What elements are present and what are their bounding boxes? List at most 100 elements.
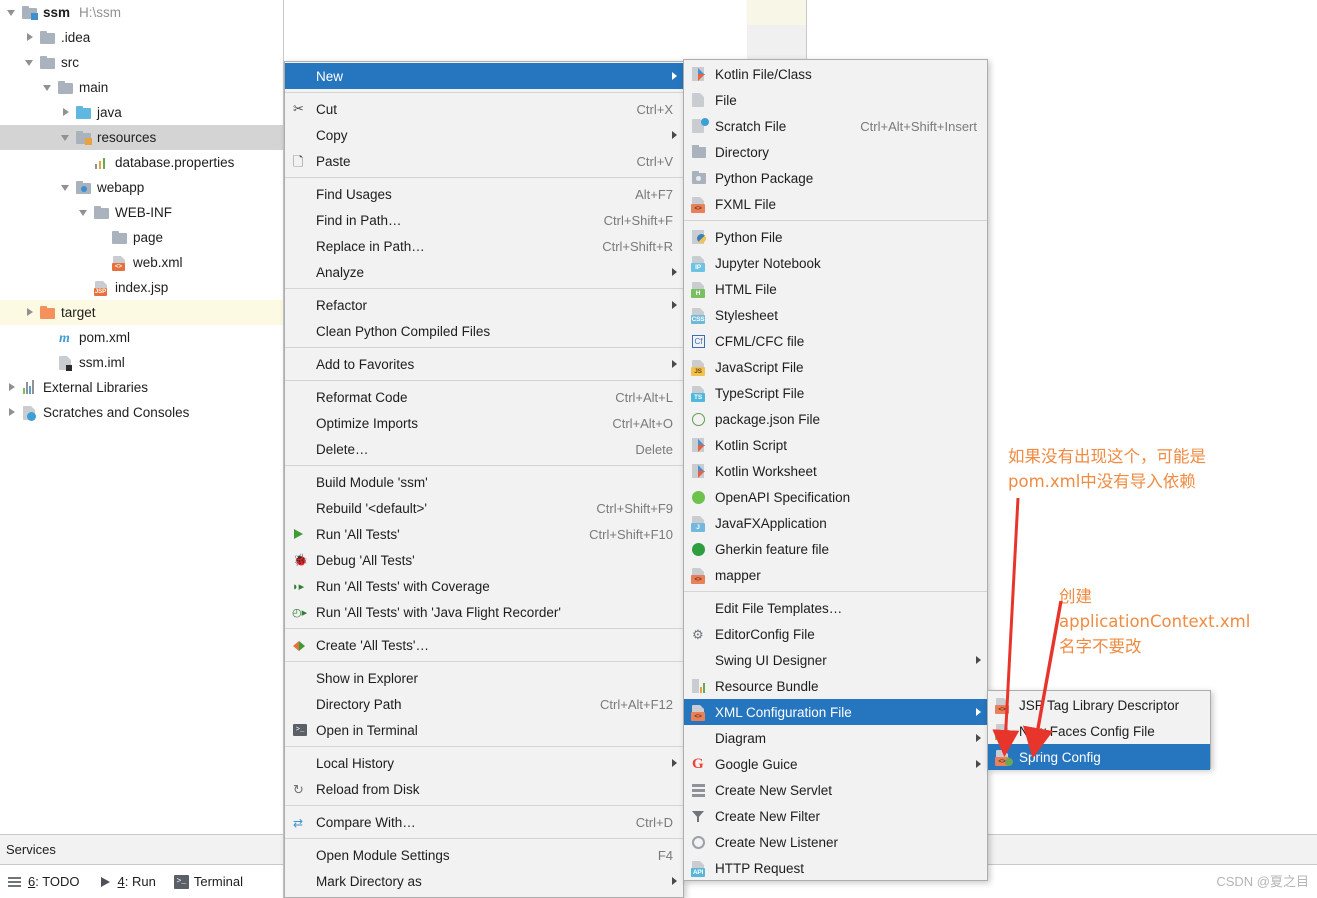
xml-config-submenu-item-jsp-tag-library-descriptor[interactable]: <> JSP Tag Library Descriptor bbox=[988, 692, 1210, 718]
new-submenu-item-javascript-file[interactable]: JS JavaScript File bbox=[684, 354, 987, 380]
new-submenu-item-file[interactable]: File bbox=[684, 87, 987, 113]
tree-node-target[interactable]: target bbox=[0, 300, 283, 325]
context-menu-item-debug--all-tests[interactable]: 🐞 Debug 'All Tests' bbox=[285, 547, 683, 573]
context-menu-item-create--all-tests[interactable]: Create 'All Tests'… bbox=[285, 632, 683, 658]
tree-node-web-xml[interactable]: <> web.xml bbox=[0, 250, 283, 275]
new-submenu-item-create-new-servlet[interactable]: Create New Servlet bbox=[684, 777, 987, 803]
context-menu-item-cut[interactable]: ✂ Cut Ctrl+X bbox=[285, 96, 683, 122]
tree-twisty[interactable] bbox=[6, 406, 19, 419]
tree-twisty[interactable] bbox=[78, 206, 91, 219]
new-submenu-item-http-request[interactable]: API HTTP Request bbox=[684, 855, 987, 881]
context-menu-item-optimize-imports[interactable]: Optimize Imports Ctrl+Alt+O bbox=[285, 410, 683, 436]
context-menu-item-remove-bom[interactable]: Remove BOM bbox=[285, 894, 683, 898]
context-menu-item-paste[interactable]: 🗋 Paste Ctrl+V bbox=[285, 148, 683, 174]
context-menu-item-copy[interactable]: Copy bbox=[285, 122, 683, 148]
context-menu-item-open-module-settings[interactable]: Open Module Settings F4 bbox=[285, 842, 683, 868]
new-submenu-item-gherkin-feature-file[interactable]: Gherkin feature file bbox=[684, 536, 987, 562]
context-menu-item-open-in-terminal[interactable]: >_ Open in Terminal bbox=[285, 717, 683, 743]
xml-config-submenu-item-spring-config[interactable]: <> Spring Config bbox=[988, 744, 1210, 770]
tree-node-ssm-iml[interactable]: ssm.iml bbox=[0, 350, 283, 375]
new-submenu[interactable]: Kotlin File/Class File Scratch File Ctrl+Al… bbox=[683, 59, 988, 881]
tree-node-index-jsp[interactable]: JSP index.jsp bbox=[0, 275, 283, 300]
new-submenu-item-jupyter-notebook[interactable]: IP Jupyter Notebook bbox=[684, 250, 987, 276]
tree-node-database-properties[interactable]: database.properties bbox=[0, 150, 283, 175]
tree-twisty[interactable] bbox=[42, 81, 55, 94]
context-menu-item-build-module--ssm[interactable]: Build Module 'ssm' bbox=[285, 469, 683, 495]
new-submenu-item-cfml-cfc-file[interactable]: Cf CFML/CFC file bbox=[684, 328, 987, 354]
new-submenu-item-stylesheet[interactable]: CSS Stylesheet bbox=[684, 302, 987, 328]
tree-node-web-inf[interactable]: WEB-INF bbox=[0, 200, 283, 225]
context-menu-item-show-in-explorer[interactable]: Show in Explorer bbox=[285, 665, 683, 691]
new-submenu-item-kotlin-file-class[interactable]: Kotlin File/Class bbox=[684, 61, 987, 87]
tree-node-page[interactable]: page bbox=[0, 225, 283, 250]
new-submenu-item-html-file[interactable]: H HTML File bbox=[684, 276, 987, 302]
new-submenu-item-mapper[interactable]: <> mapper bbox=[684, 562, 987, 588]
status-item-terminal[interactable]: >_ Terminal bbox=[173, 874, 243, 889]
tree-twisty[interactable] bbox=[24, 31, 37, 44]
new-submenu-item-google-guice[interactable]: G Google Guice bbox=[684, 751, 987, 777]
tree-node-pom-xml[interactable]: m pom.xml bbox=[0, 325, 283, 350]
new-submenu-item-python-file[interactable]: Python File bbox=[684, 224, 987, 250]
tree-node--idea[interactable]: .idea bbox=[0, 25, 283, 50]
new-submenu-item-directory[interactable]: Directory bbox=[684, 139, 987, 165]
context-menu-item-run--all-tests--with-coverage[interactable]: ◗▸ Run 'All Tests' with Coverage bbox=[285, 573, 683, 599]
context-menu-item-local-history[interactable]: Local History bbox=[285, 750, 683, 776]
tree-node-scratches-and-consoles[interactable]: Scratches and Consoles bbox=[0, 400, 283, 425]
new-submenu-item-swing-ui-designer[interactable]: Swing UI Designer bbox=[684, 647, 987, 673]
xml-configuration-file-submenu[interactable]: <> JSP Tag Library Descriptor JSF New Faces… bbox=[987, 690, 1211, 770]
tree-node-webapp[interactable]: webapp bbox=[0, 175, 283, 200]
context-menu-item-find-usages[interactable]: Find Usages Alt+F7 bbox=[285, 181, 683, 207]
new-submenu-item-diagram[interactable]: Diagram bbox=[684, 725, 987, 751]
new-submenu-item-create-new-listener[interactable]: Create New Listener bbox=[684, 829, 987, 855]
project-tree[interactable]: ssm H:\ssm .idea src main java resources databa… bbox=[0, 0, 283, 425]
context-menu-item-replace-in-path[interactable]: Replace in Path… Ctrl+Shift+R bbox=[285, 233, 683, 259]
new-submenu-item-scratch-file[interactable]: Scratch File Ctrl+Alt+Shift+Insert bbox=[684, 113, 987, 139]
context-menu-item-run--all-tests[interactable]: Run 'All Tests' Ctrl+Shift+F10 bbox=[285, 521, 683, 547]
new-submenu-item-editorconfig-file[interactable]: ⚙ EditorConfig File bbox=[684, 621, 987, 647]
status-item-todo[interactable]: 6: TODO bbox=[8, 874, 80, 889]
tree-node-java[interactable]: java bbox=[0, 100, 283, 125]
new-submenu-item-kotlin-script[interactable]: Kotlin Script bbox=[684, 432, 987, 458]
new-submenu-item-openapi-specification[interactable]: OpenAPI Specification bbox=[684, 484, 987, 510]
context-menu[interactable]: New ✂ Cut Ctrl+X Copy 🗋 Paste Ctrl+V Find Usages… bbox=[284, 61, 684, 898]
new-submenu-item-xml-configuration-file[interactable]: <> XML Configuration File bbox=[684, 699, 987, 725]
new-submenu-item-javafxapplication[interactable]: J JavaFXApplication bbox=[684, 510, 987, 536]
context-menu-item-compare-with[interactable]: ⇄ Compare With… Ctrl+D bbox=[285, 809, 683, 835]
status-item-run[interactable]: 4: Run bbox=[98, 874, 156, 889]
tree-node-ssm[interactable]: ssm H:\ssm bbox=[0, 0, 283, 25]
new-submenu-item-fxml-file[interactable]: <> FXML File bbox=[684, 191, 987, 217]
context-menu-item-run--all-tests--with--java-flight-recorder[interactable]: ◴▸ Run 'All Tests' with 'Java Flight Reco… bbox=[285, 599, 683, 625]
new-submenu-item-resource-bundle[interactable]: Resource Bundle bbox=[684, 673, 987, 699]
tree-twisty[interactable] bbox=[6, 381, 19, 394]
tree-twisty[interactable] bbox=[60, 106, 73, 119]
context-menu-item-refactor[interactable]: Refactor bbox=[285, 292, 683, 318]
new-submenu-item-kotlin-worksheet[interactable]: Kotlin Worksheet bbox=[684, 458, 987, 484]
services-tool-window-header[interactable]: Services bbox=[0, 834, 284, 864]
tree-twisty[interactable] bbox=[60, 131, 73, 144]
new-submenu-item-create-new-filter[interactable]: Create New Filter bbox=[684, 803, 987, 829]
tree-twisty[interactable] bbox=[6, 6, 19, 19]
context-menu-item-mark-directory-as[interactable]: Mark Directory as bbox=[285, 868, 683, 894]
context-menu-item-analyze[interactable]: Analyze bbox=[285, 259, 683, 285]
context-menu-item-clean-python-compiled-files[interactable]: Clean Python Compiled Files bbox=[285, 318, 683, 344]
new-submenu-item-edit-file-templates[interactable]: Edit File Templates… bbox=[684, 595, 987, 621]
xml-config-submenu-item-new-faces-config-file[interactable]: JSF New Faces Config File bbox=[988, 718, 1210, 744]
new-submenu-item-python-package[interactable]: Python Package bbox=[684, 165, 987, 191]
tree-node-main[interactable]: main bbox=[0, 75, 283, 100]
tree-twisty[interactable] bbox=[24, 306, 37, 319]
new-submenu-item-package-json-file[interactable]: package.json File bbox=[684, 406, 987, 432]
new-submenu-item-typescript-file[interactable]: TS TypeScript File bbox=[684, 380, 987, 406]
context-menu-item-find-in-path[interactable]: Find in Path… Ctrl+Shift+F bbox=[285, 207, 683, 233]
tree-node-src[interactable]: src bbox=[0, 50, 283, 75]
context-menu-item-reload-from-disk[interactable]: ↻ Reload from Disk bbox=[285, 776, 683, 802]
tree-node-external-libraries[interactable]: External Libraries bbox=[0, 375, 283, 400]
context-menu-item-rebuild---default[interactable]: Rebuild '<default>' Ctrl+Shift+F9 bbox=[285, 495, 683, 521]
context-menu-item-reformat-code[interactable]: Reformat Code Ctrl+Alt+L bbox=[285, 384, 683, 410]
context-menu-item-add-to-favorites[interactable]: Add to Favorites bbox=[285, 351, 683, 377]
project-tree-panel[interactable]: ssm H:\ssm .idea src main java resources databa… bbox=[0, 0, 284, 834]
context-menu-item-new[interactable]: New bbox=[285, 63, 683, 89]
tree-twisty[interactable] bbox=[60, 181, 73, 194]
context-menu-item-directory-path[interactable]: Directory Path Ctrl+Alt+F12 bbox=[285, 691, 683, 717]
tree-twisty[interactable] bbox=[24, 56, 37, 69]
tree-node-resources[interactable]: resources bbox=[0, 125, 283, 150]
